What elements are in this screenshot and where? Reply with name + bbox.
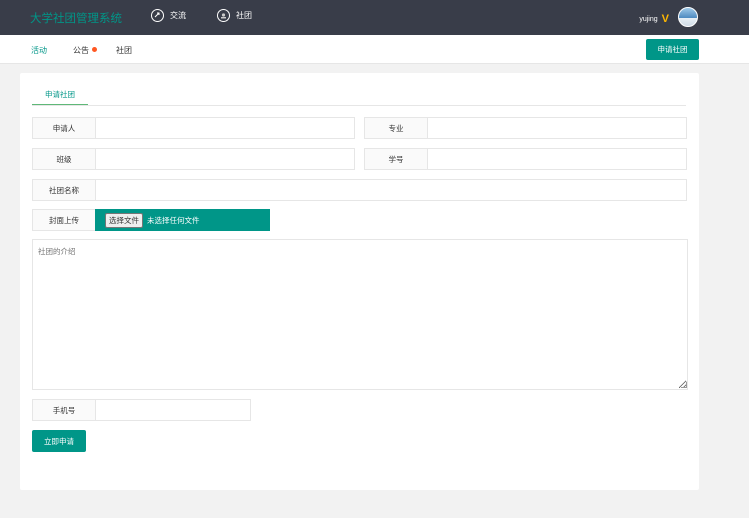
student-id-field: 学号 <box>364 148 687 170</box>
sub-navigation: 活动 公告 社团 申请社团 <box>0 35 749 64</box>
class-label: 班级 <box>33 149 96 169</box>
subnav-item-clubs[interactable]: 社团 <box>116 45 132 56</box>
resize-grip-icon[interactable] <box>681 382 687 388</box>
notification-dot <box>92 47 97 52</box>
group-icon <box>217 9 230 22</box>
user-menu[interactable]: yujing V <box>639 13 669 25</box>
phone-input[interactable] <box>96 400 250 420</box>
nav-exchange[interactable]: 交流 <box>151 9 186 22</box>
subnav-item-announcements-label: 公告 <box>73 46 89 55</box>
subnav-item-activities[interactable]: 活动 <box>31 45 47 56</box>
cover-upload[interactable]: 选择文件 未选择任何文件 <box>95 209 270 231</box>
username: yujing <box>639 15 658 23</box>
club-intro-textarea[interactable] <box>32 239 688 390</box>
choose-file-button[interactable]: 选择文件 <box>105 212 143 228</box>
club-name-input[interactable] <box>96 180 686 200</box>
tab-divider <box>32 105 686 106</box>
avatar[interactable] <box>678 7 698 27</box>
apply-club-button[interactable]: 申请社团 <box>646 39 699 60</box>
class-field: 班级 <box>32 148 355 170</box>
nav-exchange-label: 交流 <box>170 11 186 20</box>
phone-field: 手机号 <box>32 399 251 421</box>
app-logo[interactable]: 大学社团管理系统 <box>30 10 122 26</box>
club-name-label: 社团名称 <box>33 180 96 200</box>
submit-button[interactable]: 立即申请 <box>32 430 86 452</box>
student-id-input[interactable] <box>428 149 686 169</box>
class-input[interactable] <box>96 149 354 169</box>
nav-club-label: 社团 <box>236 11 252 20</box>
chat-icon <box>151 9 164 22</box>
applicant-field: 申请人 <box>32 117 355 139</box>
vip-icon: V <box>661 13 669 25</box>
major-label: 专业 <box>365 118 428 138</box>
subnav-item-announcements[interactable]: 公告 <box>73 45 97 56</box>
student-id-label: 学号 <box>365 149 428 169</box>
major-field: 专业 <box>364 117 687 139</box>
file-status: 未选择任何文件 <box>147 215 200 225</box>
major-input[interactable] <box>428 118 686 138</box>
applicant-input[interactable] <box>96 118 354 138</box>
tab-apply-club[interactable]: 申请社团 <box>32 87 88 106</box>
cover-field: 封面上传 <box>32 209 96 231</box>
nav-club[interactable]: 社团 <box>217 9 252 22</box>
applicant-label: 申请人 <box>33 118 96 138</box>
club-name-field: 社团名称 <box>32 179 687 201</box>
phone-label: 手机号 <box>33 400 96 420</box>
apply-form-card: 申请社团 申请人 专业 班级 学号 社团名称 封面上传 选择文件 未选择任何文件… <box>20 73 699 490</box>
cover-label: 封面上传 <box>33 210 96 230</box>
header: 大学社团管理系统 交流 社团 yujing V <box>0 0 749 35</box>
